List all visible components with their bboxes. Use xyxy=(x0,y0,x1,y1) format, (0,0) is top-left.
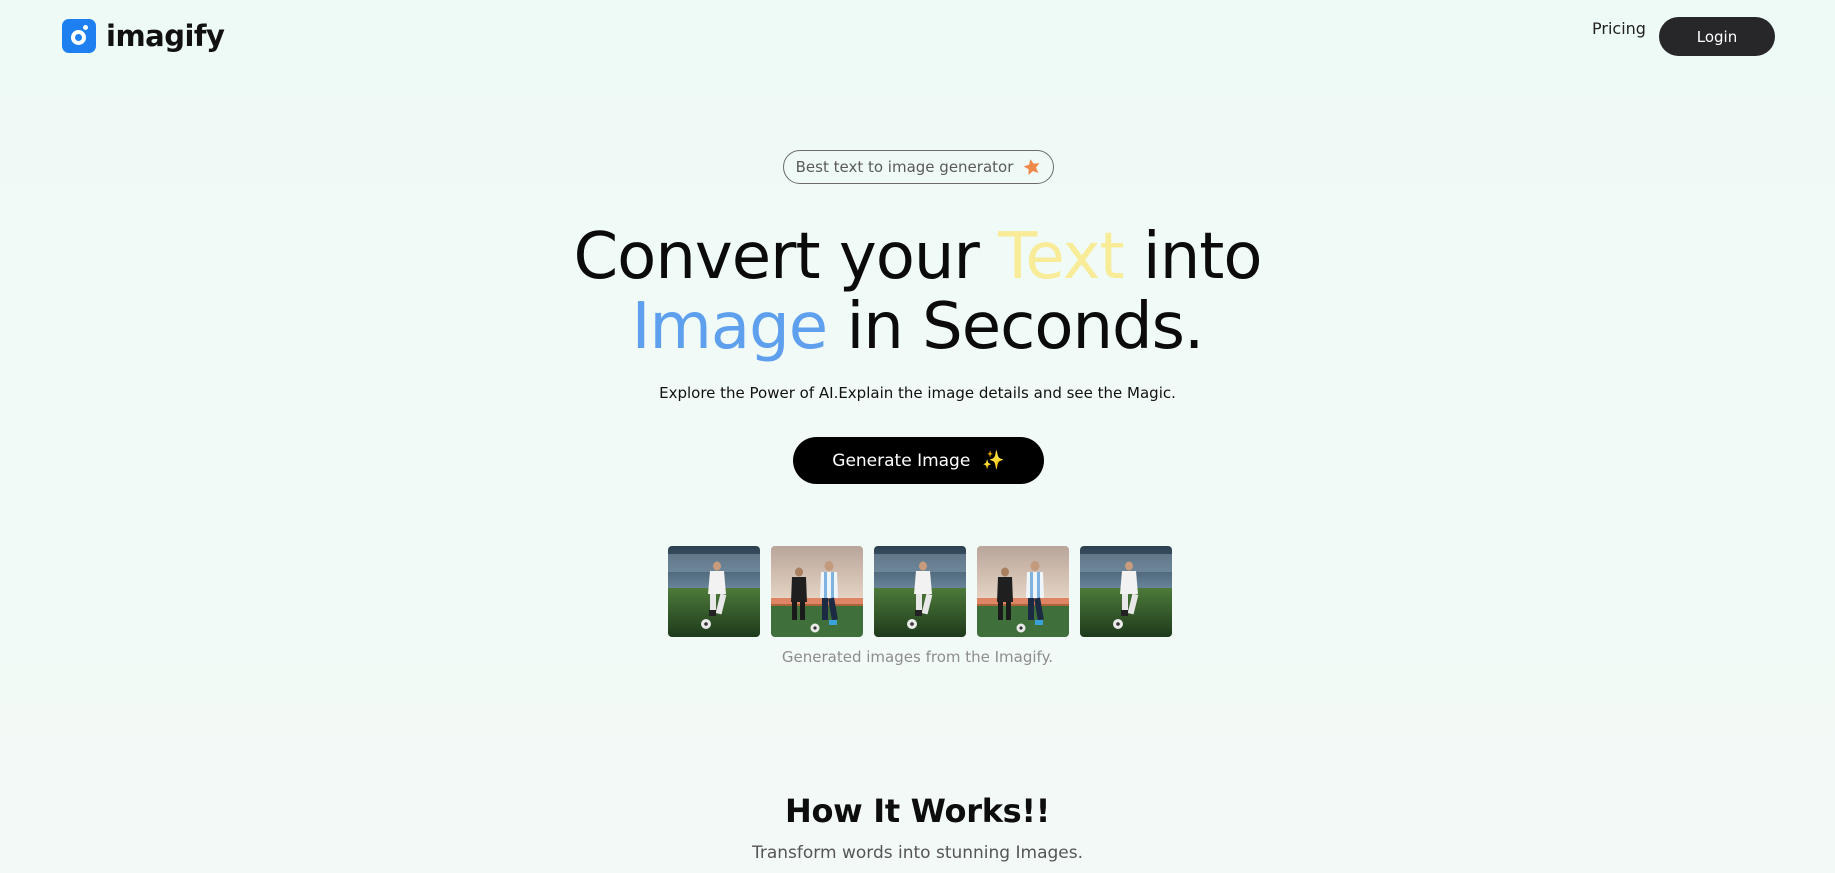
gallery-caption: Generated images from the Imagify. xyxy=(781,648,1054,666)
brand-name: imagify xyxy=(106,19,225,53)
how-it-works-subtitle: Transform words into stunning Images. xyxy=(751,843,1084,863)
star-icon xyxy=(1023,159,1040,176)
headline-part2: into xyxy=(1123,220,1263,294)
headline-part1: Convert your xyxy=(573,220,999,294)
gallery-thumbnail[interactable] xyxy=(668,546,760,637)
landing-page: imagify Pricing Login Best text to image… xyxy=(0,0,1835,873)
gallery-thumbnail[interactable] xyxy=(874,546,966,637)
headline-part3: in Seconds. xyxy=(827,290,1204,364)
generated-images-gallery xyxy=(668,546,1172,637)
sparkles-icon: ✨ xyxy=(982,450,1005,471)
badge-text: Best text to image generator xyxy=(795,158,1014,176)
generate-button-label: Generate Image xyxy=(832,450,971,471)
hero-headline: Convert your Text into Image in Seconds. xyxy=(0,222,1835,362)
generate-image-button[interactable]: Generate Image ✨ xyxy=(793,437,1044,484)
pricing-link[interactable]: Pricing xyxy=(1592,19,1646,38)
gallery-thumbnail[interactable] xyxy=(1080,546,1172,637)
hero-subtitle: Explore the Power of AI.Explain the imag… xyxy=(659,384,1176,402)
headline-highlight-text: Text xyxy=(998,220,1124,294)
hero-badge: Best text to image generator xyxy=(783,150,1054,184)
how-it-works-title: How It Works!! xyxy=(784,792,1051,830)
login-button[interactable]: Login xyxy=(1659,17,1775,56)
headline-highlight-image: Image xyxy=(631,290,828,364)
logo-icon xyxy=(62,19,96,53)
top-nav: imagify Pricing Login xyxy=(0,0,1835,76)
brand-logo[interactable]: imagify xyxy=(62,19,225,53)
gallery-thumbnail[interactable] xyxy=(977,546,1069,637)
gallery-thumbnail[interactable] xyxy=(771,546,863,637)
